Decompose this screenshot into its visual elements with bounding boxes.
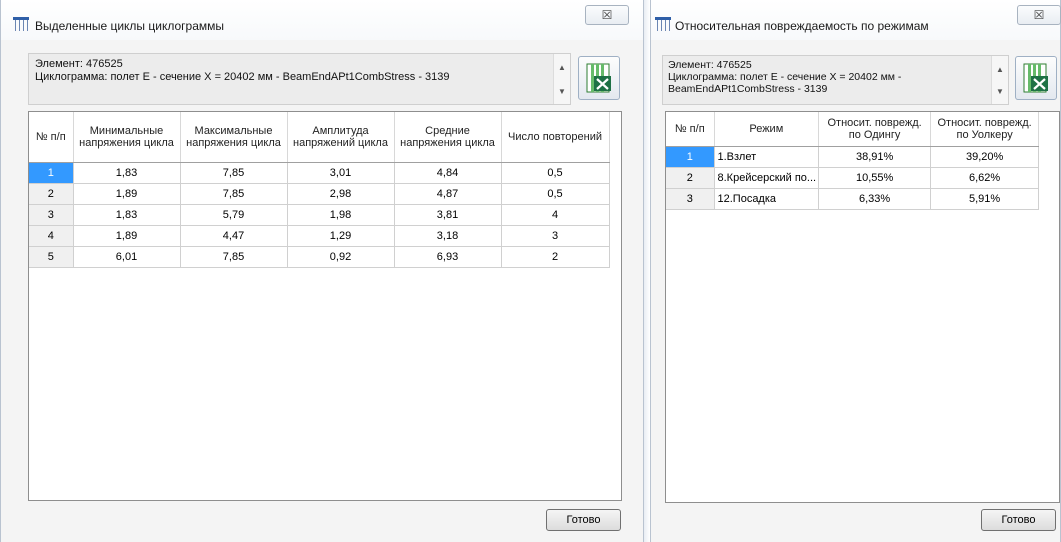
table-row[interactable]: 1 1.Взлет 38,91% 39,20%: [666, 146, 1040, 168]
table-cell: 1,89: [73, 183, 181, 205]
excel-export-button[interactable]: [1015, 56, 1057, 100]
table-cell: 6,62%: [930, 167, 1040, 189]
cycles-table: № п/п Минимальные напряжения цикла Макси…: [29, 112, 610, 268]
col-header-amplitude[interactable]: Амплитуда напряжений цикла: [287, 112, 395, 163]
col-header-walker[interactable]: Относит. поврежд. по Уолкеру: [930, 112, 1040, 147]
table-cell: 4,47: [180, 225, 288, 247]
mode-cell: 12.Посадка: [714, 188, 820, 210]
row-number: 2: [666, 167, 715, 189]
window-icon: [655, 17, 671, 31]
window-icon: [13, 17, 29, 31]
table-row[interactable]: 2 8.Крейсерский по... 10,55% 6,62%: [666, 167, 1040, 189]
close-icon: ☒: [601, 8, 613, 22]
table-cell: 1,83: [73, 162, 181, 184]
element-label: Элемент: 476525: [35, 58, 123, 70]
table-cell: 1,98: [287, 204, 395, 226]
row-number: 1: [666, 146, 715, 168]
table-cell: 0,5: [501, 162, 610, 184]
table-cell: 6,33%: [818, 188, 932, 210]
table-cell: 6,93: [394, 246, 502, 268]
table-cell: 10,55%: [818, 167, 932, 189]
table-row[interactable]: 3 1,83 5,79 1,98 3,81 4: [29, 204, 610, 226]
row-number: 2: [29, 183, 74, 205]
table-cell: 2,98: [287, 183, 395, 205]
close-icon: ☒: [1033, 8, 1045, 22]
col-header-min-stress[interactable]: Минимальные напряжения цикла: [73, 112, 181, 163]
info-scrollbar[interactable]: ▲ ▼: [991, 56, 1008, 104]
info-textbox[interactable]: Элемент: 476525 Циклограмма: полет E - с…: [28, 53, 571, 105]
table-row[interactable]: 1 1,83 7,85 3,01 4,84 0,5: [29, 162, 610, 184]
cycles-window: Выделенные циклы циклограммы ☒ Элемент: …: [0, 0, 644, 542]
done-button[interactable]: Готово: [981, 509, 1056, 531]
table-header-row: № п/п Минимальные напряжения цикла Макси…: [29, 112, 610, 163]
damage-window-title: Относительная повреждаемость по режимам: [675, 19, 929, 33]
scroll-up-icon[interactable]: ▲: [992, 62, 1008, 78]
info-textbox[interactable]: Элемент: 476525 Циклограмма: полет E - с…: [662, 55, 1009, 105]
cyclogram-label: Циклограмма: полет E - сечение X = 20402…: [668, 71, 902, 83]
row-number: 5: [29, 246, 74, 268]
cyclogram-label-cont: BeamEndAPt1CombStress - 3139: [668, 83, 828, 95]
col-header-mode[interactable]: Режим: [714, 112, 820, 147]
row-number: 3: [29, 204, 74, 226]
table-cell: 38,91%: [818, 146, 932, 168]
damage-window-titlebar[interactable]: Относительная повреждаемость по режимам …: [651, 0, 1061, 40]
table-cell: 2: [501, 246, 610, 268]
info-scrollbar[interactable]: ▲ ▼: [553, 54, 570, 104]
table-cell: 6,01: [73, 246, 181, 268]
table-cell: 3: [501, 225, 610, 247]
excel-export-button[interactable]: [578, 56, 620, 100]
row-number: 3: [666, 188, 715, 210]
cycles-window-titlebar[interactable]: Выделенные циклы циклограммы ☒: [1, 0, 643, 40]
col-header-oding[interactable]: Относит. поврежд. по Одингу: [818, 112, 932, 147]
table-row[interactable]: 2 1,89 7,85 2,98 4,87 0,5: [29, 183, 610, 205]
scroll-down-icon[interactable]: ▼: [554, 84, 570, 100]
done-button[interactable]: Готово: [546, 509, 621, 531]
table-header-row: № п/п Режим Относит. поврежд. по Одингу …: [666, 112, 1040, 147]
col-header-repetitions[interactable]: Число повторений: [501, 112, 610, 163]
cycles-grid[interactable]: № п/п Минимальные напряжения цикла Макси…: [28, 111, 622, 501]
table-cell: 7,85: [180, 162, 288, 184]
table-cell: 5,91%: [930, 188, 1040, 210]
table-row[interactable]: 5 6,01 7,85 0,92 6,93 2: [29, 246, 610, 268]
table-cell: 7,85: [180, 183, 288, 205]
table-row[interactable]: 3 12.Посадка 6,33% 5,91%: [666, 188, 1040, 210]
table-cell: 4,84: [394, 162, 502, 184]
table-cell: 1,89: [73, 225, 181, 247]
excel-export-icon: [586, 63, 611, 93]
table-cell: 7,85: [180, 246, 288, 268]
col-header-number[interactable]: № п/п: [666, 112, 715, 147]
table-cell: 4: [501, 204, 610, 226]
table-cell: 1,29: [287, 225, 395, 247]
table-cell: 4,87: [394, 183, 502, 205]
table-cell: 0,92: [287, 246, 395, 268]
element-label: Элемент: 476525: [668, 59, 752, 71]
table-row[interactable]: 4 1,89 4,47 1,29 3,18 3: [29, 225, 610, 247]
row-number: 1: [29, 162, 74, 184]
col-header-number[interactable]: № п/п: [29, 112, 74, 163]
close-button[interactable]: ☒: [1017, 5, 1061, 25]
table-cell: 3,18: [394, 225, 502, 247]
close-button[interactable]: ☒: [585, 5, 629, 25]
col-header-mean-stress[interactable]: Средние напряжения цикла: [394, 112, 502, 163]
row-number: 4: [29, 225, 74, 247]
table-cell: 3,81: [394, 204, 502, 226]
col-header-max-stress[interactable]: Максимальные напряжения цикла: [180, 112, 288, 163]
damage-grid[interactable]: № п/п Режим Относит. поврежд. по Одингу …: [665, 111, 1060, 503]
table-cell: 3,01: [287, 162, 395, 184]
scroll-up-icon[interactable]: ▲: [554, 60, 570, 76]
table-cell: 39,20%: [930, 146, 1040, 168]
cycles-window-title: Выделенные циклы циклограммы: [35, 19, 225, 33]
damage-table: № п/п Режим Относит. поврежд. по Одингу …: [666, 112, 1040, 210]
table-cell: 0,5: [501, 183, 610, 205]
excel-export-icon: [1023, 63, 1048, 93]
table-cell: 5,79: [180, 204, 288, 226]
mode-cell: 1.Взлет: [714, 146, 820, 168]
cyclogram-label: Циклограмма: полет E - сечение X = 20402…: [35, 71, 450, 83]
table-cell: 1,83: [73, 204, 181, 226]
mode-cell: 8.Крейсерский по...: [714, 167, 820, 189]
scroll-down-icon[interactable]: ▼: [992, 84, 1008, 100]
damage-window: Относительная повреждаемость по режимам …: [650, 0, 1061, 542]
